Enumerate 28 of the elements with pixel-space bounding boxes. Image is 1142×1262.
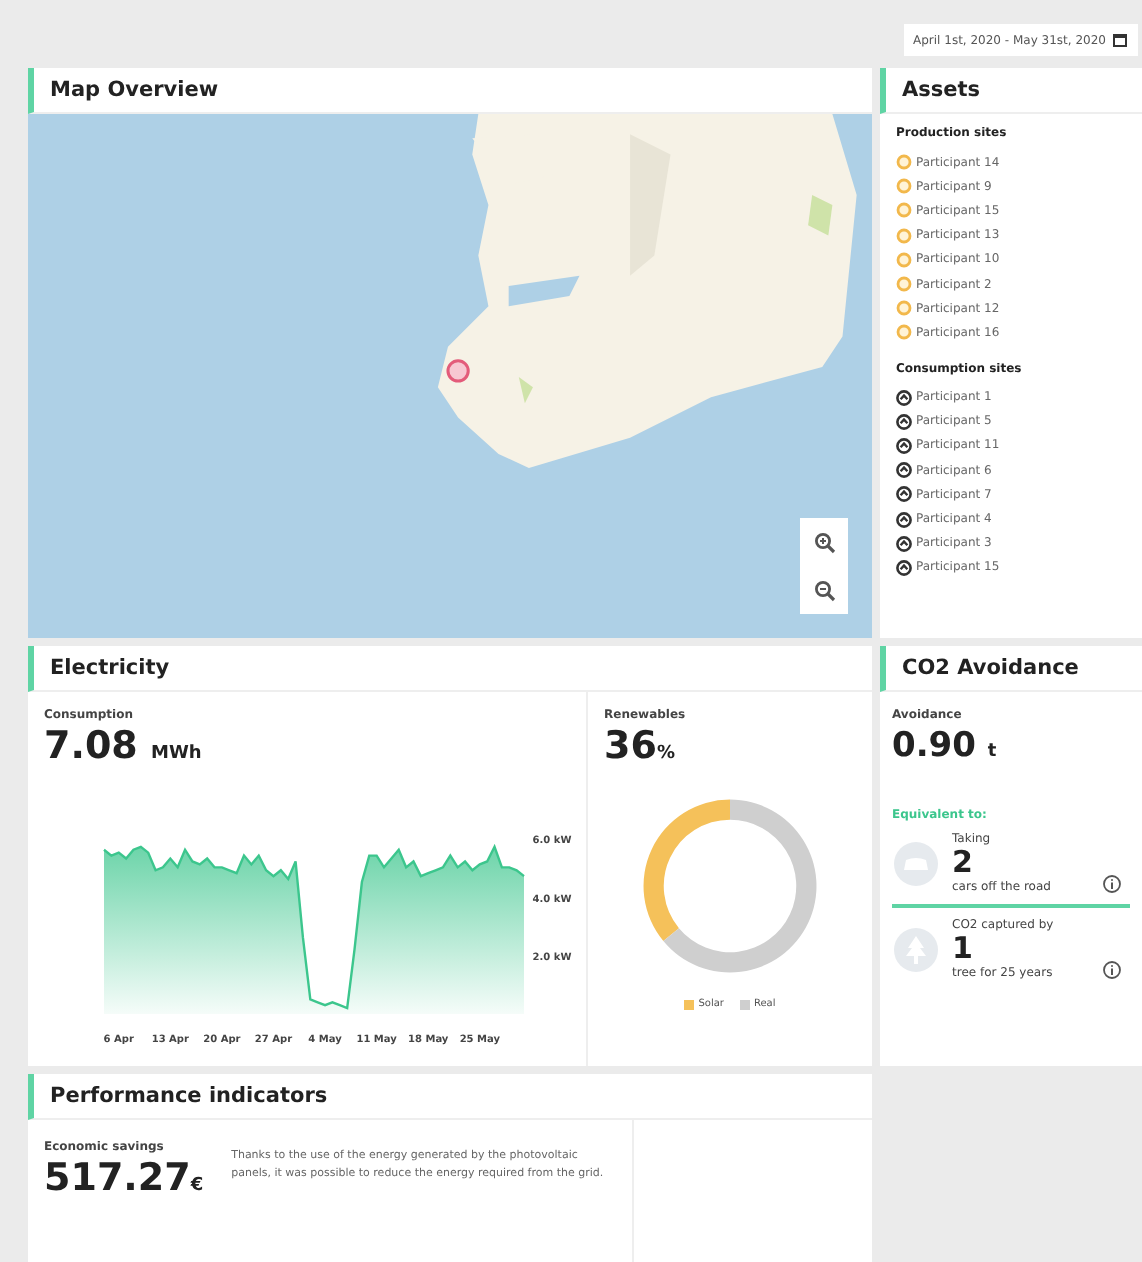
caret-circle-icon — [896, 511, 912, 528]
zoom-icon — [813, 579, 835, 601]
renewables-value: 36% — [604, 722, 675, 772]
panel-title: Map Overview — [50, 78, 219, 102]
caret-circle-icon — [896, 437, 912, 454]
panel-title: CO2 Avoidance — [902, 656, 1079, 680]
caret-circle-icon — [896, 389, 912, 406]
car-icon — [892, 839, 940, 887]
info-icon[interactable] — [1102, 874, 1122, 894]
consumption-value: 7.08 MWh — [44, 722, 204, 772]
legend-swatch — [739, 999, 750, 1009]
caret-circle-icon — [896, 535, 912, 552]
panel-title: Assets — [902, 78, 981, 102]
caret-circle-icon — [896, 413, 912, 430]
savings-value: 517.27€ — [44, 1154, 204, 1204]
panel-title: Electricity — [50, 656, 170, 680]
avoidance-value: 0.90 t — [892, 724, 999, 770]
equivalent-value: 2 — [952, 846, 973, 880]
caret-circle-icon — [896, 486, 912, 503]
legend-swatch — [684, 999, 695, 1009]
tree-icon — [892, 925, 940, 973]
equivalent-value: 1 — [952, 932, 975, 966]
caret-circle-icon — [896, 462, 912, 479]
zoom-icon — [813, 531, 835, 553]
caret-circle-icon — [896, 559, 912, 576]
panel-title: Performance indicators — [50, 1084, 328, 1108]
info-icon[interactable] — [1102, 960, 1122, 980]
calendar-icon — [1112, 32, 1128, 48]
